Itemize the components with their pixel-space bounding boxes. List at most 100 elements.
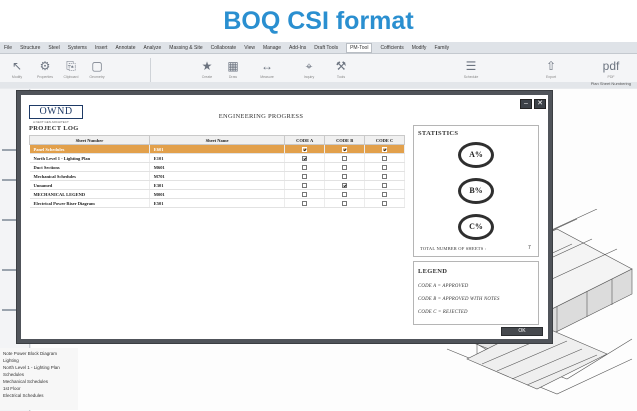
table-row[interactable]: MECHANICAL LEGEND M001 <box>29 189 405 199</box>
column-header[interactable]: Sheet Number <box>29 135 150 145</box>
code-a-checkbox[interactable] <box>302 147 308 152</box>
sheet-name-cell: E601 <box>149 144 286 154</box>
total-sheets-value: 7 <box>528 245 531 251</box>
code-a-cell <box>284 153 326 163</box>
menu-item[interactable]: Structure <box>20 45 40 51</box>
minimize-button[interactable]: ‒ <box>520 99 532 109</box>
column-header[interactable]: CODE C <box>364 135 405 145</box>
sheet-number-cell: Unnamed <box>29 180 150 190</box>
menu-item[interactable]: Manage <box>263 45 281 51</box>
menu-item[interactable]: PM-Tool <box>346 42 373 53</box>
browser-item[interactable]: 1st Floor <box>3 385 75 392</box>
menu-item[interactable]: Systems <box>68 45 87 51</box>
table-row[interactable]: North Level 1 - Lighting Plan E101 <box>29 153 405 163</box>
inquiry-icon[interactable]: ⌖ Inquiry <box>298 57 320 83</box>
ribbon-label: Export <box>545 75 557 79</box>
code-b-checkbox[interactable] <box>342 174 348 179</box>
project-browser[interactable]: Note Power Block Diagram Lighting North Le… <box>0 348 78 410</box>
create-icon[interactable]: ★ Create <box>196 57 218 83</box>
ok-button[interactable]: OK <box>501 327 543 336</box>
menu-item[interactable]: Cofficients <box>380 45 403 51</box>
panel-line <box>2 149 16 151</box>
menu-item[interactable]: Add-Ins <box>289 45 306 51</box>
sheet-name-cell: E501 <box>149 198 286 208</box>
browser-item[interactable]: North Level 1 - Lighting Plan <box>3 364 75 371</box>
code-a-checkbox[interactable] <box>302 174 308 179</box>
menu-item[interactable]: File <box>4 45 12 51</box>
ribbon-right-label: Plan Sheet Numbering <box>590 81 631 86</box>
draw-icon[interactable]: ▦ Draw <box>222 57 244 83</box>
code-c-cell <box>364 180 405 190</box>
code-b-checkbox[interactable] <box>342 192 348 197</box>
ribbon-label: Measure <box>260 75 274 79</box>
browser-item[interactable]: Schedules <box>3 371 75 378</box>
schedule-icon[interactable]: ☰ Schedule <box>460 57 482 83</box>
project-log-table: Sheet Number Sheet Name CODE A CODE B CO… <box>29 135 405 208</box>
code-c-checkbox[interactable] <box>382 174 388 179</box>
sheet-name-cell: M001 <box>149 189 286 199</box>
menu-item[interactable]: Annotate <box>115 45 135 51</box>
sheet-name-cell: M701 <box>149 171 286 181</box>
table-row[interactable]: Electrical Power Riser Diagram E501 <box>29 198 405 208</box>
code-c-cell <box>364 189 405 199</box>
code-a-checkbox[interactable] <box>302 201 308 206</box>
table-row[interactable]: Unnamed E301 <box>29 180 405 190</box>
menu-item[interactable]: Collaborate <box>211 45 237 51</box>
column-header[interactable]: Sheet Name <box>148 135 286 145</box>
code-b-checkbox[interactable] <box>342 165 348 170</box>
menu-item[interactable]: Draft Tools <box>314 45 338 51</box>
menu-item[interactable]: Modify <box>412 45 427 51</box>
total-sheets-label: TOTAL NUMBER OF SHEETS : <box>420 246 487 251</box>
code-b-checkbox[interactable] <box>342 183 348 188</box>
menu-item[interactable]: Analyze <box>143 45 161 51</box>
clipboard-icon[interactable]: ⎘ Clipboard <box>60 57 82 83</box>
code-c-checkbox[interactable] <box>382 156 388 161</box>
dialog-body: OWND A NEXT GEN ARCHITECT ENGINEERING PR… <box>21 95 548 339</box>
menu-item[interactable]: Family <box>434 45 449 51</box>
column-header[interactable]: CODE A <box>284 135 326 145</box>
browser-item[interactable]: Mechanical Schedules <box>3 378 75 385</box>
engineering-progress-dialog: OWND A NEXT GEN ARCHITECT ENGINEERING PR… <box>16 90 553 344</box>
panel-line <box>2 309 16 311</box>
ribbon-label: Properties <box>37 75 53 79</box>
table-row[interactable]: Mechanical Schedules M701 <box>29 171 405 181</box>
code-c-checkbox[interactable] <box>382 183 388 188</box>
pdf-icon[interactable]: pdf PDF <box>600 57 622 83</box>
code-b-checkbox[interactable] <box>342 201 348 206</box>
code-b-checkbox[interactable] <box>342 147 348 152</box>
geometry-icon[interactable]: ▢ Geometry <box>86 57 108 83</box>
table-row[interactable]: Duct Sections M601 <box>29 162 405 172</box>
ribbon-label: Geometry <box>89 75 105 79</box>
sheet-number-cell: Electrical Power Riser Diagram <box>29 198 150 208</box>
measure-icon[interactable]: ↔ Measure <box>256 57 278 83</box>
close-button[interactable]: ✕ <box>534 99 546 109</box>
ribbon-label: Inquiry <box>303 75 315 79</box>
menu-item[interactable]: Insert <box>95 45 108 51</box>
menu-item[interactable]: View <box>244 45 255 51</box>
code-a-checkbox[interactable] <box>302 192 308 197</box>
code-c-cell <box>364 153 405 163</box>
ribbon-label: PDF <box>607 75 615 79</box>
column-header[interactable]: CODE B <box>324 135 366 145</box>
modify-cursor-icon[interactable]: ↖ Modify <box>6 57 28 83</box>
code-c-checkbox[interactable] <box>382 201 388 206</box>
code-a-checkbox[interactable] <box>302 165 308 170</box>
browser-item[interactable]: Note Power Block Diagram <box>3 350 75 357</box>
sheet-number-cell: North Level 1 - Lighting Plan <box>29 153 150 163</box>
code-c-checkbox[interactable] <box>382 165 388 170</box>
code-b-checkbox[interactable] <box>342 156 348 161</box>
tools-icon[interactable]: ⚒ Tools <box>330 57 352 83</box>
sheet-name-cell: E101 <box>149 153 286 163</box>
browser-item[interactable]: Lighting <box>3 357 75 364</box>
browser-item[interactable]: Electrical Schedules <box>3 392 75 399</box>
code-a-checkbox[interactable] <box>302 156 308 161</box>
export-icon[interactable]: ⇧ Export <box>540 57 562 83</box>
properties-icon[interactable]: ⚙ Properties <box>34 57 56 83</box>
table-row[interactable]: Panel Schedules E601 <box>29 144 405 154</box>
code-a-checkbox[interactable] <box>302 183 308 188</box>
sheet-name-cell: M601 <box>149 162 286 172</box>
menu-item[interactable]: Steel <box>48 45 59 51</box>
code-c-checkbox[interactable] <box>382 192 388 197</box>
code-c-checkbox[interactable] <box>382 147 388 152</box>
menu-item[interactable]: Massing & Site <box>169 45 202 51</box>
